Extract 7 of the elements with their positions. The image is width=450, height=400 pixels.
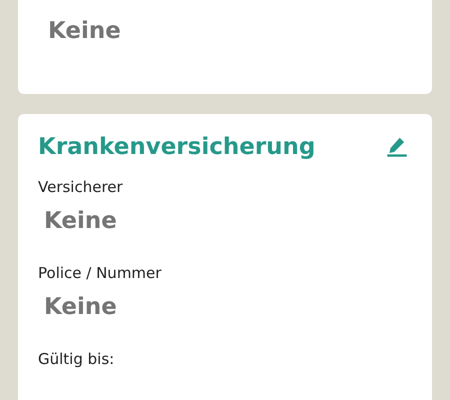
field-value: Keine: [48, 18, 122, 44]
card-title: Krankenversicherung: [38, 134, 316, 160]
field-value: Keine: [44, 294, 118, 320]
field-value: Keine: [44, 208, 118, 234]
field-label: Gültig bis:: [38, 350, 116, 368]
field-label: Versicherer: [38, 178, 124, 196]
field-label: Police / Nummer: [38, 264, 162, 282]
